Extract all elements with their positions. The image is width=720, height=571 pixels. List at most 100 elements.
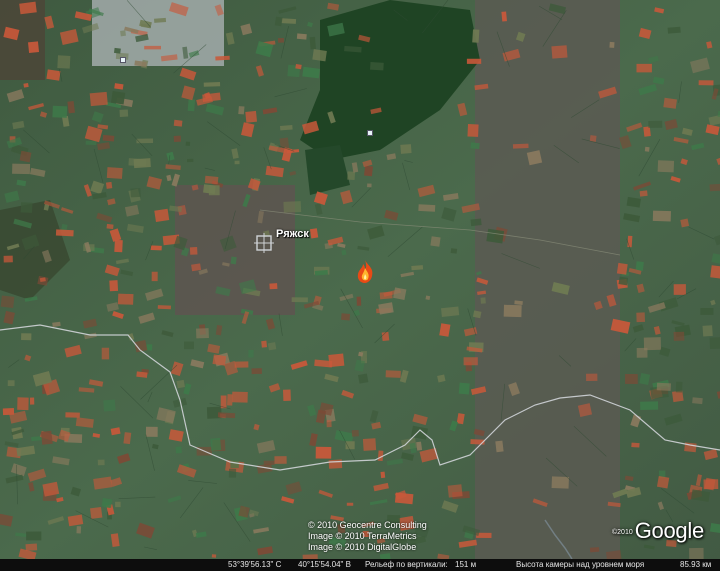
field-patch — [17, 397, 29, 411]
field-patch — [203, 82, 221, 87]
field-patch — [675, 381, 683, 393]
field-patch — [644, 146, 650, 152]
field-patch — [315, 446, 332, 459]
field-patch — [113, 47, 121, 54]
field-patch — [364, 165, 373, 177]
field-patch — [106, 167, 123, 179]
satellite-map-view[interactable]: Ряжск © 2010 Geocentre Consulting Image … — [0, 0, 720, 571]
field-patch — [425, 295, 431, 301]
field-patch — [503, 304, 522, 318]
field-patch — [358, 373, 369, 384]
field-patch — [636, 347, 648, 358]
info-point-icon[interactable] — [367, 130, 373, 136]
field-patch — [400, 144, 412, 154]
field-patch — [648, 120, 663, 128]
field-patch — [228, 468, 237, 478]
satellite-terrain[interactable] — [0, 0, 720, 571]
logo-year: ©2010 — [612, 528, 633, 536]
field-patch — [97, 459, 105, 466]
elevation-label: Рельеф по вертикали: — [365, 560, 448, 569]
field-patch — [703, 479, 719, 490]
field-patch — [105, 181, 113, 189]
field-patch — [106, 223, 114, 230]
field-patch — [367, 183, 372, 188]
latitude-readout: 53°39'56.13" С — [228, 560, 282, 569]
field-patch — [418, 204, 436, 212]
field-patch — [119, 109, 129, 117]
field-patch — [458, 382, 470, 395]
place-marker-icon[interactable] — [254, 233, 274, 253]
field-patch — [274, 16, 283, 27]
eye-altitude-value: 85.93 км — [680, 560, 712, 569]
field-patch — [19, 1, 37, 15]
field-patch — [411, 265, 424, 271]
google-logo: ©2010Google — [612, 518, 704, 544]
field-patch — [269, 283, 278, 290]
field-patch — [52, 105, 68, 118]
field-patch — [472, 29, 480, 43]
field-patch — [173, 119, 183, 127]
city-label-ryazhsk[interactable]: Ряжск — [276, 228, 309, 240]
field-patch — [0, 295, 15, 309]
field-patch — [480, 297, 486, 304]
field-patch — [281, 18, 297, 24]
field-patch — [309, 36, 316, 50]
field-patch — [700, 308, 714, 315]
field-patch — [302, 66, 320, 79]
field-patch — [21, 333, 32, 341]
logo-text: Google — [634, 518, 704, 543]
field-patch — [234, 361, 249, 368]
field-patch — [211, 554, 217, 558]
field-patch — [101, 497, 113, 508]
field-patch — [2, 408, 15, 416]
field-patch — [57, 55, 71, 69]
field-patch — [65, 412, 80, 418]
field-patch — [187, 158, 194, 163]
field-patch — [702, 325, 713, 337]
field-patch — [261, 340, 268, 348]
field-patch — [120, 30, 126, 37]
field-patch — [12, 163, 31, 175]
field-patch — [26, 531, 42, 541]
field-patch — [46, 69, 61, 81]
field-patch — [380, 471, 386, 479]
field-patch — [251, 368, 262, 375]
field-patch — [635, 261, 644, 271]
field-patch — [102, 134, 115, 142]
field-patch — [295, 64, 302, 70]
field-patch — [341, 313, 351, 321]
field-patch — [154, 17, 167, 23]
field-patch — [381, 331, 390, 342]
field-patch — [326, 420, 332, 428]
field-patch — [328, 459, 343, 469]
field-patch — [470, 218, 482, 227]
field-patch — [341, 249, 347, 256]
field-patch — [680, 218, 690, 228]
field-patch — [627, 235, 633, 248]
field-patch — [278, 37, 285, 43]
field-patch — [351, 430, 359, 437]
field-patch — [157, 305, 171, 310]
field-patch — [656, 382, 671, 391]
field-patch — [586, 373, 598, 381]
field-patch — [430, 236, 441, 247]
gray-imagery-strip — [475, 0, 620, 559]
field-patch — [145, 426, 158, 437]
field-patch — [589, 547, 600, 553]
field-patch — [692, 397, 703, 405]
field-patch — [291, 297, 308, 303]
field-patch — [191, 263, 202, 272]
field-patch — [309, 228, 319, 239]
field-patch — [663, 97, 677, 109]
field-patch — [467, 123, 479, 137]
field-patch — [227, 394, 233, 406]
field-patch — [230, 460, 239, 469]
field-patch — [89, 91, 108, 107]
field-patch — [312, 49, 327, 62]
fire-icon[interactable] — [352, 258, 378, 284]
info-point-icon[interactable] — [120, 57, 126, 63]
field-patch — [212, 354, 227, 366]
field-patch — [636, 63, 652, 73]
field-patch — [185, 141, 191, 146]
field-patch — [210, 437, 222, 451]
